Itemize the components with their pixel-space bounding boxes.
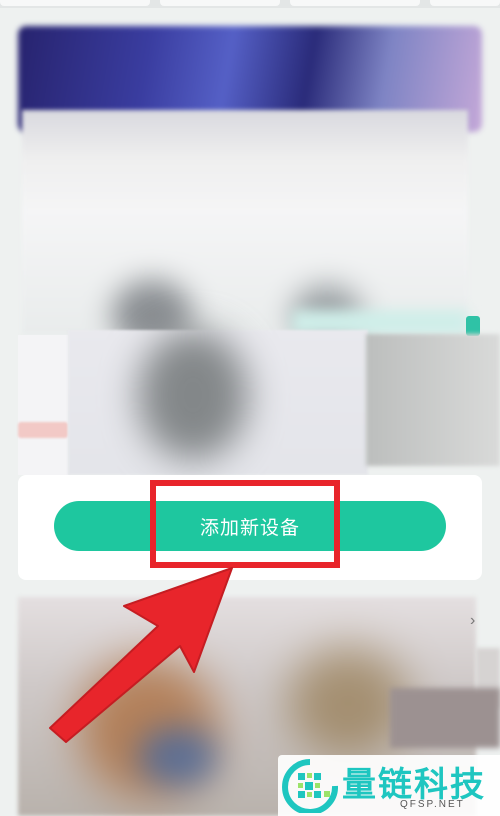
- blurred-bottom-right: [390, 688, 500, 748]
- watermark: 量链科技 QFSP.NET: [278, 755, 500, 816]
- watermark-domain: QFSP.NET: [400, 799, 465, 810]
- top-tab-strip: [0, 0, 500, 8]
- qr-logo-icon: [282, 759, 338, 813]
- blurred-right-block: [366, 334, 500, 466]
- annotation-highlight-box: [150, 480, 340, 568]
- side-accent-tab: [466, 316, 480, 336]
- chevron-right-icon[interactable]: ›: [470, 612, 475, 630]
- blurred-left-card: [18, 335, 68, 475]
- blurred-tag: [18, 422, 68, 438]
- blurred-content-panel: [22, 110, 468, 350]
- blurred-preview-image: [68, 330, 368, 475]
